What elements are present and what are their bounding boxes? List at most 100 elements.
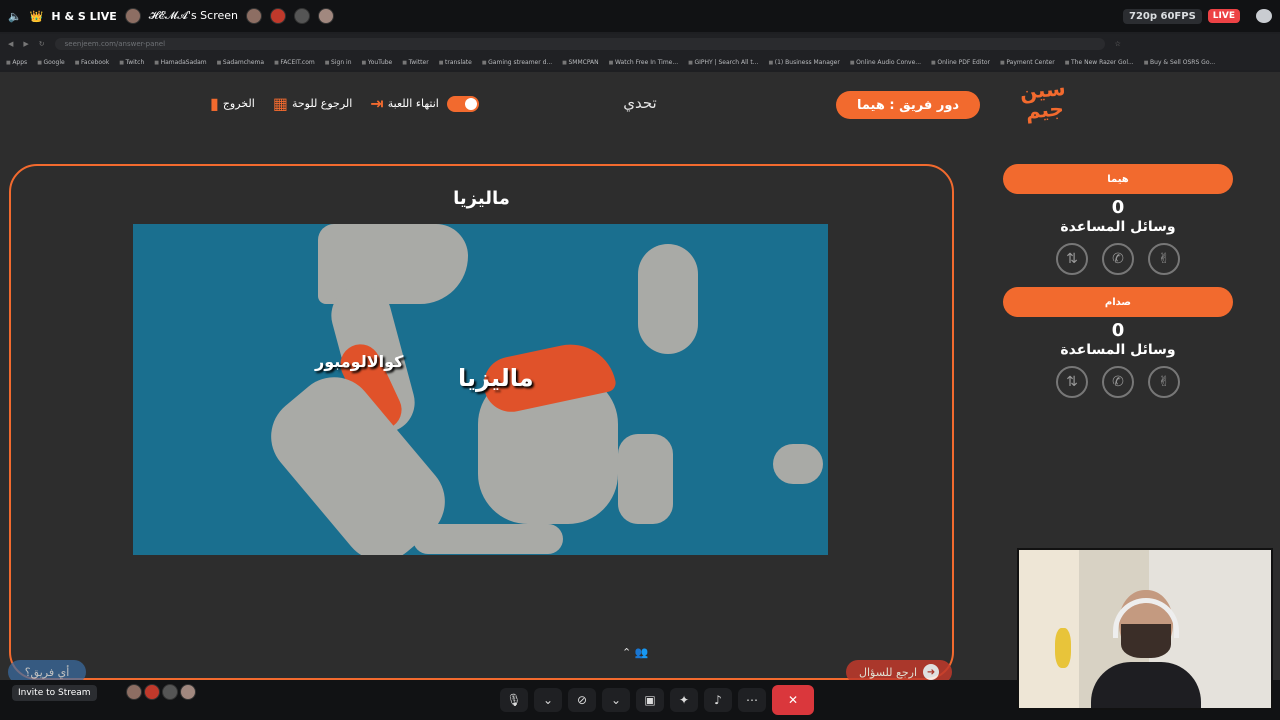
header-toolbar: ▮ الخروج ▦ الرجوع للوحة ⇥ انتهاء اللعبة bbox=[210, 94, 479, 113]
bookmark-item[interactable]: Apps bbox=[6, 59, 27, 66]
streamer bbox=[1091, 590, 1201, 708]
star-icon[interactable]: ☆ bbox=[1115, 40, 1121, 48]
arrow-exit-icon: ⇥ bbox=[370, 94, 384, 113]
bookmark-item[interactable]: Twitch bbox=[119, 59, 145, 66]
back-to-board-button[interactable]: ▦ الرجوع للوحة bbox=[273, 94, 353, 113]
back-icon[interactable]: ◀ bbox=[8, 40, 13, 48]
app-logo: سين جيم bbox=[1018, 75, 1067, 124]
team-card: صدام 0 وسائل المساعدة ⇅ ✆ ✌ bbox=[1003, 287, 1233, 398]
bookmark-item[interactable]: Sign in bbox=[325, 59, 351, 66]
reload-icon[interactable]: ↻ bbox=[39, 40, 45, 48]
end-game-button[interactable]: ⇥ انتهاء اللعبة bbox=[370, 94, 479, 113]
bookmark-item[interactable]: Payment Center bbox=[1000, 59, 1054, 66]
avatar bbox=[270, 8, 286, 24]
question-map-image: كوالالومبور ماليزيا bbox=[133, 224, 828, 555]
question-title: ماليزيا bbox=[453, 188, 510, 209]
bookmark-item[interactable]: Google bbox=[37, 59, 65, 66]
aids-row: ⇅ ✆ ✌ bbox=[1003, 243, 1233, 275]
bookmark-item[interactable]: Facebook bbox=[75, 59, 109, 66]
avatar bbox=[126, 684, 142, 700]
bookmark-item[interactable]: Twitter bbox=[402, 59, 429, 66]
bookmark-item[interactable]: Online Audio Conve... bbox=[850, 59, 921, 66]
avatar bbox=[162, 684, 178, 700]
bookmark-item[interactable]: FACEIT.com bbox=[274, 59, 314, 66]
bookmark-item[interactable]: Gaming streamer d... bbox=[482, 59, 552, 66]
end-game-toggle[interactable] bbox=[446, 95, 479, 112]
bookmark-item[interactable]: Watch Free In Time... bbox=[609, 59, 678, 66]
bookmark-item[interactable]: The New Razer Gol... bbox=[1065, 59, 1134, 66]
call-controls: 🎙 ⌄ ⊘ ⌄ ▣ ✦ ♪ ⋯ ✕ bbox=[500, 680, 814, 720]
arrow-right-icon: ➜ bbox=[923, 664, 940, 680]
avatar bbox=[124, 8, 141, 24]
soundboard-icon[interactable]: ♪ bbox=[704, 688, 732, 712]
share-screen-icon[interactable]: ▣ bbox=[636, 688, 664, 712]
stream-top-bar: 🔈 👑 H & S LIVE 𝓗𝓔𝓜𝓐's Screen 720p 60FPS … bbox=[0, 0, 1280, 32]
bookmark-item[interactable]: HamadaSadam bbox=[154, 59, 207, 66]
bookmark-item[interactable]: translate bbox=[439, 59, 472, 66]
phone-icon[interactable]: ✆ bbox=[1102, 243, 1134, 275]
avatar bbox=[246, 8, 262, 24]
flowers bbox=[1055, 628, 1071, 668]
aids-label: وسائل المساعدة bbox=[1060, 219, 1176, 235]
bookmark-item[interactable]: YouTube bbox=[362, 59, 392, 66]
forward-icon[interactable]: ▶ bbox=[23, 40, 28, 48]
bookmark-item[interactable]: Online PDF Editor bbox=[931, 59, 990, 66]
browser-address-bar: ◀ ▶ ↻ seenjeem.com/answer-panel ☆ bbox=[0, 34, 1280, 54]
bookmark-item[interactable]: GIPHY | Search All t... bbox=[688, 59, 758, 66]
activities-icon[interactable]: ✦ bbox=[670, 688, 698, 712]
team-card: هيما 0 وسائل المساعدة ⇅ ✆ ✌ bbox=[1003, 164, 1233, 275]
team-name: صدام bbox=[1003, 287, 1233, 317]
map-land-sulawesi bbox=[618, 434, 673, 524]
app-header: سين جيم دور فريق : هيما تحدي ▮ الخروج ▦ … bbox=[0, 72, 1280, 136]
avatar bbox=[294, 8, 310, 24]
stream-title: H & S LIVE bbox=[51, 9, 117, 23]
resolution-badge: 720p 60FPS bbox=[1123, 8, 1202, 24]
map-label-capital: كوالالومبور bbox=[315, 352, 404, 371]
live-badge: LIVE bbox=[1207, 9, 1240, 23]
chevron-down-icon[interactable]: ⌄ bbox=[534, 688, 562, 712]
team-turn-badge: دور فريق : هيما bbox=[836, 91, 980, 119]
phone-icon[interactable]: ✆ bbox=[1102, 366, 1134, 398]
end-call-icon[interactable]: ✕ bbox=[772, 685, 814, 715]
bookmark-item[interactable]: (1) Business Manager bbox=[768, 59, 840, 66]
swap-icon[interactable]: ⇅ bbox=[1056, 243, 1088, 275]
expand-icon[interactable]: ⌃ 👥 bbox=[622, 646, 648, 659]
team-name: هيما bbox=[1003, 164, 1233, 194]
chat-icon[interactable] bbox=[1256, 9, 1272, 23]
aids-label: وسائل المساعدة bbox=[1060, 342, 1176, 358]
crown-icon: 👑 bbox=[29, 9, 44, 23]
volume-icon[interactable]: 🔈 bbox=[8, 10, 22, 23]
bookmark-item[interactable]: Buy & Sell OSRS Go... bbox=[1144, 59, 1215, 66]
curtain bbox=[1019, 550, 1079, 708]
team-score: 0 bbox=[1111, 197, 1125, 218]
avatar bbox=[180, 684, 196, 700]
swap-icon[interactable]: ⇅ bbox=[1056, 366, 1088, 398]
bookmark-item[interactable]: Sadamchema bbox=[217, 59, 264, 66]
map-label-country: ماليزيا bbox=[458, 364, 534, 392]
team-score: 0 bbox=[1111, 320, 1125, 341]
grid-icon: ▦ bbox=[272, 94, 288, 113]
more-icon[interactable]: ⋯ bbox=[738, 688, 766, 712]
avatar bbox=[144, 684, 160, 700]
map-land-philippines bbox=[638, 244, 698, 354]
exit-button[interactable]: ▮ الخروج bbox=[210, 94, 255, 113]
screen-owner: 𝓗𝓔𝓜𝓐's Screen bbox=[148, 9, 238, 22]
map-land-java bbox=[413, 524, 563, 554]
invite-to-stream-button[interactable]: Invite to Stream bbox=[12, 685, 97, 701]
chevron-down-icon[interactable]: ⌄ bbox=[602, 688, 630, 712]
two-fingers-icon[interactable]: ✌ bbox=[1148, 366, 1180, 398]
streamer-body bbox=[1091, 662, 1201, 708]
url-field[interactable]: seenjeem.com/answer-panel bbox=[54, 38, 1105, 50]
webcam-feed bbox=[1017, 548, 1273, 710]
avatar bbox=[318, 8, 334, 24]
camera-off-icon[interactable]: ⊘ bbox=[568, 688, 596, 712]
bookmark-item[interactable]: SMMCPAN bbox=[562, 59, 598, 66]
viewer-avatars bbox=[126, 684, 196, 700]
two-fingers-icon[interactable]: ✌ bbox=[1148, 243, 1180, 275]
aids-row: ⇅ ✆ ✌ bbox=[1003, 366, 1233, 398]
map-land-islands bbox=[773, 444, 823, 484]
mode-title: تحدي bbox=[623, 94, 657, 112]
microphone-icon[interactable]: 🎙 bbox=[500, 688, 528, 712]
bookmarks-bar: Apps Google Facebook Twitch HamadaSadam Sadam… bbox=[0, 54, 1280, 70]
exit-icon: ▮ bbox=[210, 94, 219, 113]
